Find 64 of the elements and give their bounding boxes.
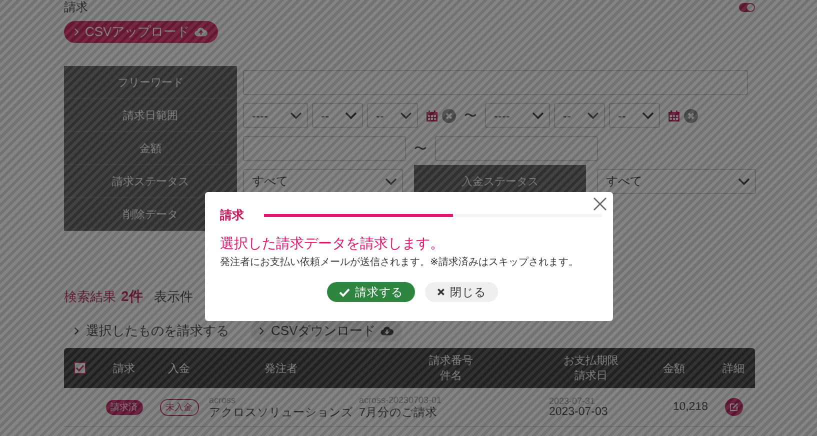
modal-note: 発注者にお支払い依頼メールが送信されます。※請求済みはスキップされます。 <box>220 256 580 270</box>
date-select[interactable]: -- <box>367 103 418 128</box>
results-label: 検索結果 <box>64 288 116 306</box>
billing-status-badge: 請求済 <box>106 400 142 414</box>
amount-input[interactable] <box>435 136 598 161</box>
check-icon <box>339 288 350 296</box>
clear-icon[interactable] <box>442 108 456 122</box>
range-separator: 〜 <box>414 140 427 158</box>
action-link[interactable]: 選択したものを請求する <box>74 320 229 342</box>
chevron-icon <box>385 178 397 186</box>
calendar-icon[interactable] <box>668 110 680 122</box>
column-header: お支払期限 請求日 <box>562 354 620 384</box>
status-select[interactable]: すべて <box>243 169 403 194</box>
confirm-button[interactable]: 請求する <box>327 282 415 302</box>
cloud-upload-icon <box>194 27 208 37</box>
date-select[interactable]: ---- <box>243 103 308 128</box>
chevron-icon <box>74 28 79 36</box>
chevron-icon <box>587 112 599 120</box>
chevron-icon <box>259 327 264 335</box>
date-select[interactable]: -- <box>609 103 660 128</box>
select-all-checkbox[interactable] <box>74 362 86 374</box>
toggle-switch[interactable] <box>739 2 755 12</box>
free-word-input[interactable] <box>243 70 748 95</box>
column-header: 請求番号 件名 <box>428 354 474 384</box>
csv-upload-button[interactable]: CSVアップロード <box>64 21 218 43</box>
chevron-icon <box>532 112 544 120</box>
column-header: 発注者 <box>264 362 298 376</box>
column-header: 入金 <box>167 362 191 376</box>
chevron-icon <box>290 112 302 120</box>
modal-message: 選択した請求データを請求します。 <box>220 235 445 253</box>
amount-input[interactable] <box>243 136 406 161</box>
clear-icon[interactable] <box>684 108 698 122</box>
column-header: 詳細 <box>722 362 746 376</box>
invoice-date: 2023-07-03 <box>549 406 608 418</box>
close-button[interactable]: 閉じる <box>425 282 498 302</box>
results-count: 2件 <box>121 288 143 306</box>
chevron-icon <box>642 112 654 120</box>
chevron-icon <box>738 178 750 186</box>
status-select[interactable]: すべて <box>597 169 756 194</box>
date-select[interactable]: ---- <box>485 103 550 128</box>
chevron-icon <box>345 112 357 120</box>
payment-status-badge: 未入金 <box>160 398 198 416</box>
close-icon[interactable] <box>593 197 607 211</box>
edit-icon[interactable] <box>724 398 742 416</box>
client-name: アクロスソリューションズ <box>209 406 353 420</box>
action-link[interactable]: CSVダウンロード <box>251 320 402 342</box>
date-select[interactable]: -- <box>312 103 363 128</box>
amount: 10,218 <box>672 401 708 413</box>
invoice-subject: 7月分のご請求 <box>359 406 438 420</box>
form-label: 請求日範囲 <box>64 99 237 132</box>
form-label: 請求ステータス <box>64 165 237 198</box>
chevron-icon <box>74 327 79 335</box>
form-label: 金額 <box>64 132 237 165</box>
page-title: 請求 <box>64 1 88 13</box>
x-icon <box>437 288 445 296</box>
form-label: フリーワード <box>64 66 237 99</box>
per-page-label: 表示件 <box>154 288 193 306</box>
chevron-icon <box>400 112 412 120</box>
column-header: 金額 <box>662 362 686 376</box>
column-header: 請求 <box>112 362 136 376</box>
cloud-download-icon <box>380 326 394 336</box>
range-separator: 〜 <box>464 106 477 124</box>
date-select[interactable]: -- <box>554 103 605 128</box>
calendar-icon[interactable] <box>426 110 438 122</box>
